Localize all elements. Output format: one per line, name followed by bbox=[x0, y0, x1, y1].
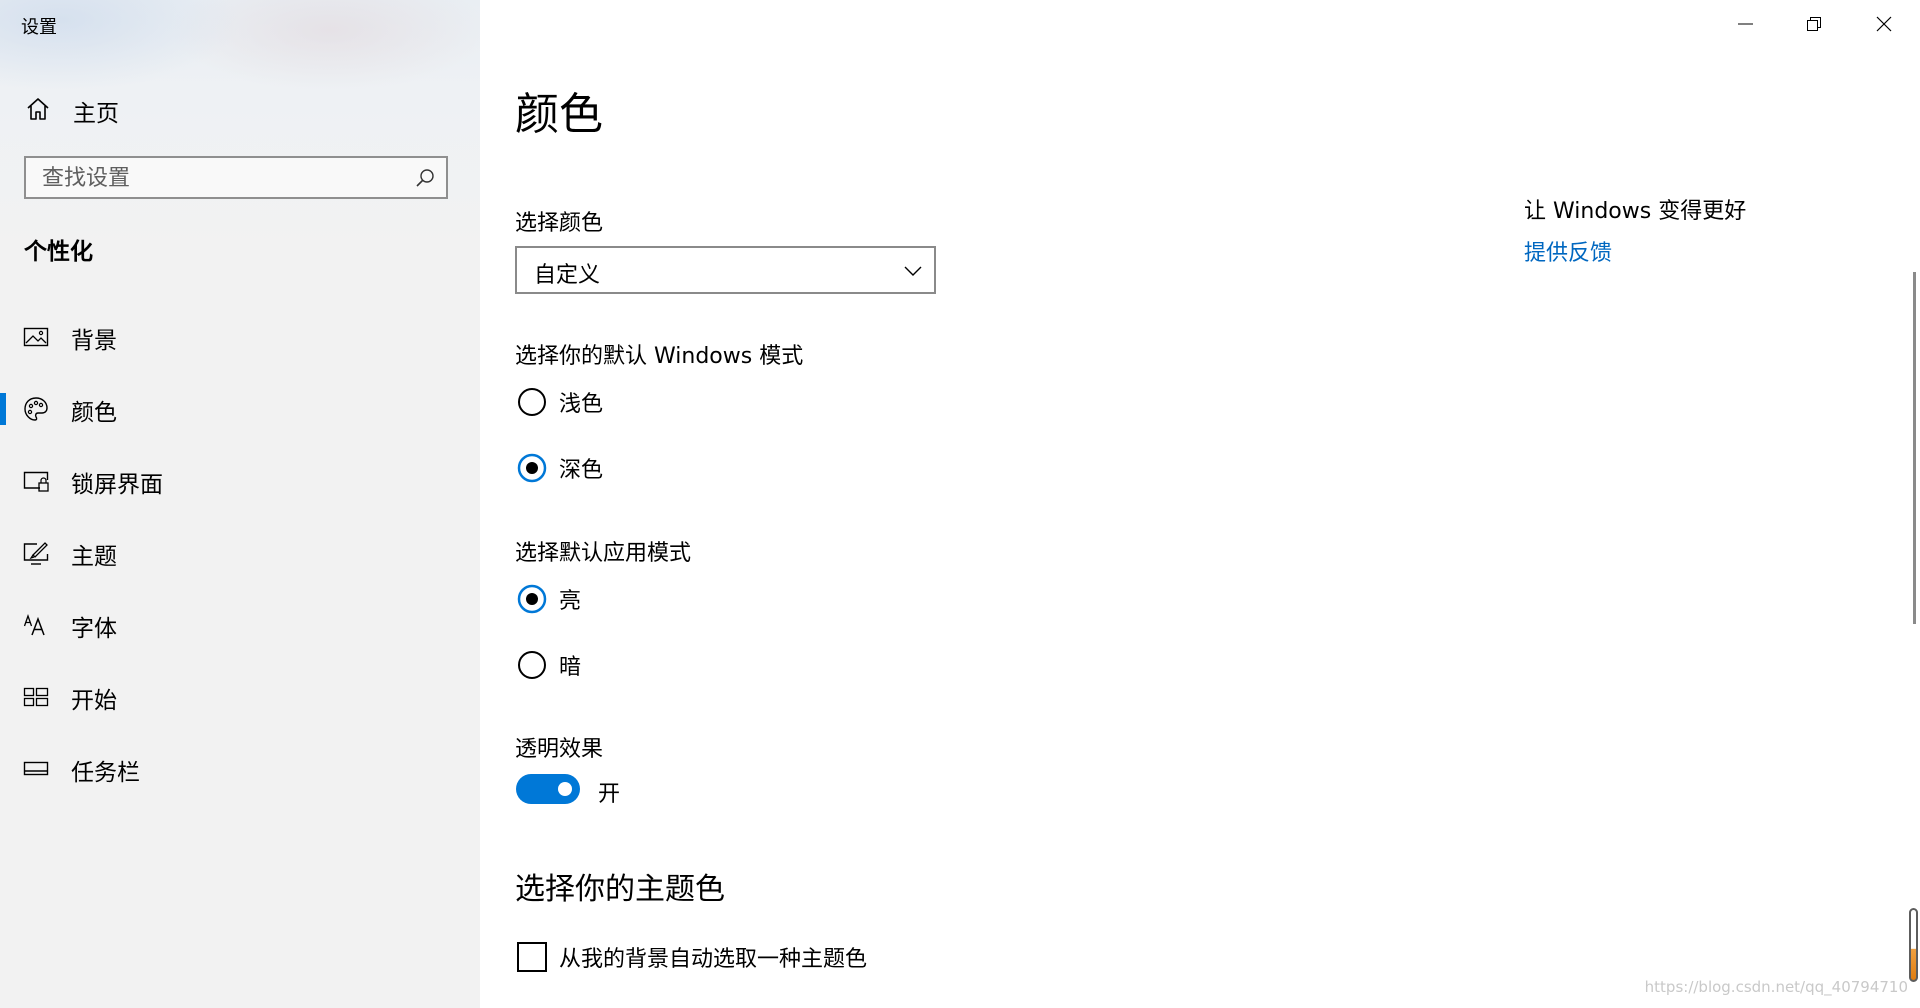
search-icon[interactable] bbox=[415, 168, 435, 188]
sidebar-item-home[interactable]: 主页 bbox=[0, 88, 480, 130]
close-icon bbox=[1876, 16, 1892, 32]
checkbox-box bbox=[517, 942, 547, 972]
sidebar-item-lock-screen[interactable]: 锁屏界面 bbox=[0, 453, 480, 509]
sidebar-item-colors[interactable]: 颜色 bbox=[0, 381, 480, 437]
radio-checked-icon bbox=[517, 584, 547, 614]
chevron-down-icon bbox=[904, 266, 922, 276]
scrollbar-track[interactable] bbox=[1913, 272, 1916, 624]
home-icon bbox=[27, 98, 49, 120]
sidebar-section-heading: 个性化 bbox=[24, 239, 93, 265]
palette-icon bbox=[24, 397, 48, 421]
search-input[interactable] bbox=[40, 158, 414, 199]
picture-icon bbox=[23, 327, 49, 347]
restore-icon bbox=[1807, 17, 1821, 31]
radio-label: 暗 bbox=[559, 655, 582, 680]
transparency-state: 开 bbox=[598, 782, 621, 807]
feedback-link[interactable]: 提供反馈 bbox=[1524, 235, 1612, 267]
restore-button[interactable] bbox=[1780, 0, 1848, 48]
radio-label: 亮 bbox=[559, 589, 582, 614]
radio-label: 深色 bbox=[559, 458, 604, 483]
sidebar-item-home-label: 主页 bbox=[73, 101, 119, 127]
checkbox-label: 从我的背景自动选取一种主题色 bbox=[559, 947, 868, 972]
windows-mode-label: 选择你的默认 Windows 模式 bbox=[515, 344, 804, 369]
sidebar-item-label: 字体 bbox=[71, 616, 117, 642]
taskbar-icon bbox=[23, 761, 49, 776]
sidebar-item-label: 主题 bbox=[71, 544, 117, 570]
window-title: 设置 bbox=[21, 17, 57, 38]
choose-color-dropdown[interactable]: 自定义 bbox=[515, 246, 936, 294]
radio-checked-icon bbox=[517, 453, 547, 483]
transparency-label: 透明效果 bbox=[515, 737, 604, 762]
minimize-button[interactable] bbox=[1712, 0, 1780, 48]
sidebar-item-themes[interactable]: 主题 bbox=[0, 525, 480, 581]
sidebar-item-label: 任务栏 bbox=[71, 760, 140, 786]
help-title: 让 Windows 变得更好 bbox=[1524, 199, 1747, 224]
watermark: https://blog.csdn.net/qq_40794710 bbox=[1644, 978, 1908, 996]
lock-screen-icon bbox=[23, 471, 49, 492]
font-icon bbox=[23, 614, 45, 636]
sidebar-item-start[interactable]: 开始 bbox=[0, 669, 480, 725]
radio-unchecked-icon bbox=[518, 388, 546, 416]
sidebar-item-label: 背景 bbox=[71, 328, 117, 354]
accent-color-heading: 选择你的主题色 bbox=[515, 872, 725, 907]
selected-indicator bbox=[0, 393, 6, 425]
choose-color-label: 选择颜色 bbox=[515, 211, 604, 236]
radio-label: 浅色 bbox=[559, 392, 604, 417]
page-title: 颜色 bbox=[515, 89, 603, 140]
sidebar-item-taskbar[interactable]: 任务栏 bbox=[0, 741, 480, 797]
sidebar-item-label: 颜色 bbox=[71, 400, 117, 426]
choose-color-value: 自定义 bbox=[534, 263, 601, 288]
search-box[interactable] bbox=[24, 156, 448, 199]
sidebar-item-fonts[interactable]: 字体 bbox=[0, 597, 480, 653]
app-mode-label: 选择默认应用模式 bbox=[515, 541, 692, 566]
sidebar-item-background[interactable]: 背景 bbox=[0, 309, 480, 365]
transparency-toggle[interactable] bbox=[515, 773, 581, 805]
radio-unchecked-icon bbox=[518, 651, 546, 679]
sidebar-item-label: 锁屏界面 bbox=[71, 472, 163, 498]
minimize-icon bbox=[1738, 23, 1753, 25]
scrollbar-thumb[interactable] bbox=[1909, 908, 1918, 982]
close-button[interactable] bbox=[1850, 0, 1918, 48]
theme-brush-icon bbox=[23, 542, 49, 565]
start-grid-icon bbox=[23, 687, 49, 707]
sidebar-item-label: 开始 bbox=[71, 688, 117, 714]
sidebar: 设置 主页 个性化 背景 颜色 bbox=[0, 0, 480, 1008]
